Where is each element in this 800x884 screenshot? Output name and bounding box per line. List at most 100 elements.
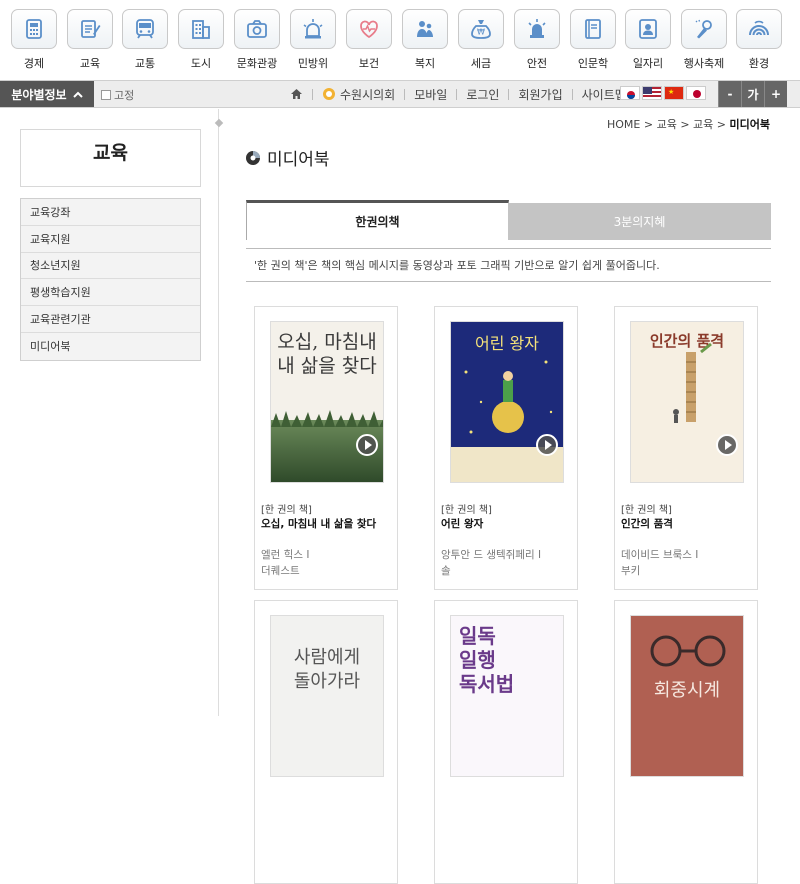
book-card[interactable]: 오십, 마침내 내 삶을 찾다 [한 권의 책] 오십, 마침내 내 삶을 찾다 엘런…	[254, 306, 398, 590]
category-rainbow[interactable]: 환경	[731, 9, 787, 71]
book-card[interactable]: 일독 일행 독서법	[434, 600, 578, 884]
home-icon[interactable]	[290, 88, 303, 100]
category-label: 경제	[23, 57, 45, 70]
category-microphone[interactable]: 행사축제	[676, 9, 732, 71]
book-category: [한 권의 책]	[441, 505, 492, 516]
siren-icon	[290, 9, 336, 49]
page-title: 미디어북	[267, 150, 330, 170]
usa-flag-icon[interactable]	[642, 86, 662, 100]
subway-icon	[122, 9, 168, 49]
divider	[404, 88, 406, 100]
book-card[interactable]: 회중시계	[614, 600, 758, 884]
divider	[508, 88, 510, 100]
svg-text:₩: ₩	[477, 28, 485, 37]
sidebar-item-lifelong-learning[interactable]: 평생학습지원	[21, 279, 200, 307]
divider	[312, 88, 313, 100]
sidebar-item-media-book[interactable]: 미디어북	[21, 333, 200, 360]
japan-flag-icon[interactable]	[686, 86, 706, 100]
play-icon[interactable]	[716, 434, 738, 456]
category-people[interactable]: 복지	[397, 9, 453, 71]
category-subway[interactable]: 교통	[117, 9, 173, 71]
link-council[interactable]: 수원시의회	[340, 86, 395, 103]
book-title[interactable]: 인간의 품격	[621, 516, 673, 531]
breadcrumb: HOME > 교육 > 교육 > 미디어북	[606, 118, 770, 131]
sidebar-item-education-support[interactable]: 교육지원	[21, 226, 200, 253]
fix-checkbox[interactable]: 고정	[101, 87, 134, 103]
link-mobile[interactable]: 모바일	[414, 86, 447, 103]
play-icon[interactable]	[536, 434, 558, 456]
alarm-light-icon	[514, 9, 560, 49]
book-publisher: 더퀘스트	[261, 565, 300, 577]
book-cover[interactable]: 회중시계	[630, 615, 744, 777]
book-publisher: 부키	[621, 565, 641, 577]
people-icon	[402, 9, 448, 49]
money-bag-icon: ₩	[458, 9, 504, 49]
book-cover[interactable]: 어린 왕자	[450, 321, 564, 483]
book-publisher: 솔	[441, 565, 451, 577]
breadcrumb-current: 미디어북	[729, 118, 770, 131]
tab-one-book[interactable]: 한권의책	[246, 200, 509, 240]
category-alarm-light[interactable]: 안전	[509, 9, 565, 71]
fix-label: 고정	[114, 89, 135, 102]
link-login[interactable]: 로그인	[466, 86, 499, 103]
sidebar: 교육 교육강좌 교육지원 청소년지원 평생학습지원 교육관련기관 미디어북	[0, 109, 219, 716]
font-label: 가	[741, 81, 764, 107]
microphone-icon	[681, 9, 727, 49]
camera-icon	[234, 9, 280, 49]
korea-flag-icon[interactable]	[620, 86, 640, 100]
book-card[interactable]: 인간의 품격 [한 권의 책] 인간의 품격 데이비드 브룩스 I 부키	[614, 306, 758, 590]
category-label: 행사축제	[683, 57, 725, 70]
book-cover[interactable]: 사람에게 돌아가라	[270, 615, 384, 777]
sidebar-item-education-course[interactable]: 교육강좌	[21, 199, 200, 226]
book-title[interactable]: 어린 왕자	[441, 516, 483, 531]
chevron-up-icon	[72, 91, 83, 98]
china-flag-icon[interactable]: ★	[664, 86, 684, 100]
rainbow-icon	[736, 9, 782, 49]
category-label: 일자리	[632, 57, 664, 70]
category-money-bag[interactable]: ₩ 세금	[453, 9, 509, 71]
id-card-icon	[625, 9, 671, 49]
tab-three-minute-wisdom[interactable]: 3분의지혜	[508, 203, 771, 240]
book-category: [한 권의 책]	[621, 505, 672, 516]
category-building[interactable]: 도시	[173, 9, 229, 71]
category-nav: 경제 교육 교통 도시 문화관광 민방위 보건 복지 ₩ 세금 안전 인문학 일자리 행사축제 환경	[0, 0, 800, 80]
breadcrumb-home[interactable]: HOME	[607, 118, 640, 131]
category-id-card[interactable]: 일자리	[620, 9, 676, 71]
breadcrumb-item[interactable]: 교육	[693, 118, 713, 131]
font-increase-button[interactable]: +	[764, 81, 787, 107]
font-decrease-button[interactable]: -	[718, 81, 741, 107]
book-card[interactable]: 사람에게 돌아가라	[254, 600, 398, 884]
book-category: [한 권의 책]	[261, 505, 312, 516]
category-heart-pulse[interactable]: 보건	[341, 9, 397, 71]
breadcrumb-item[interactable]: 교육	[657, 118, 677, 131]
category-label: 교통	[134, 57, 156, 70]
book-cover[interactable]: 오십, 마침내 내 삶을 찾다	[270, 321, 384, 483]
book-author: 엘런 힉스 I	[261, 549, 310, 561]
book-title[interactable]: 오십, 마침내 내 삶을 찾다	[261, 516, 376, 531]
language-flags: ★	[620, 86, 706, 100]
council-emblem-icon	[323, 88, 335, 100]
page-title-area: 미디어북	[245, 145, 330, 170]
sidebar-item-education-institutions[interactable]: 교육관련기관	[21, 306, 200, 333]
category-label: 환경	[748, 57, 770, 70]
category-book[interactable]: 인문학	[565, 9, 621, 71]
font-size-control: - 가 +	[718, 81, 787, 107]
book-cover[interactable]: 인간의 품격	[630, 321, 744, 483]
category-siren[interactable]: 민방위	[285, 9, 341, 71]
book-cover[interactable]: 일독 일행 독서법	[450, 615, 564, 777]
tab-bar: 한권의책 3분의지혜	[246, 200, 771, 240]
cover-title: 오십, 마침내 내 삶을 찾다	[277, 331, 377, 377]
sidebar-item-youth-support[interactable]: 청소년지원	[21, 253, 200, 280]
link-join[interactable]: 회원가입	[518, 86, 562, 103]
field-info-button[interactable]: 분야별정보	[0, 81, 94, 107]
play-icon[interactable]	[356, 434, 378, 456]
book-icon	[570, 9, 616, 49]
category-calculator[interactable]: 경제	[6, 9, 62, 71]
category-notebook-pen[interactable]: 교육	[62, 9, 118, 71]
category-camera[interactable]: 문화관광	[229, 9, 285, 71]
category-label: 민방위	[297, 57, 329, 70]
category-label: 인문학	[577, 57, 609, 70]
category-label: 안전	[526, 57, 548, 70]
book-card[interactable]: 어린 왕자 [한 권의 책] 어린 왕자 앙투안 드 생텍쥐페리 I솔	[434, 306, 578, 590]
utility-bar: 분야별정보 고정 수원시의회 모바일 로그인 회원가입 사이트맵 ★ - 가 +	[0, 80, 800, 108]
